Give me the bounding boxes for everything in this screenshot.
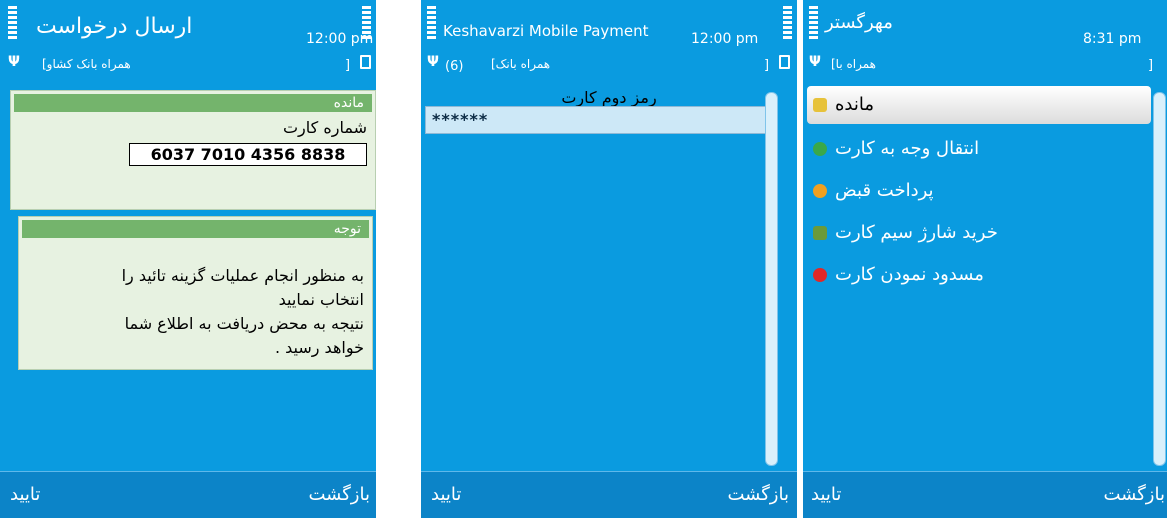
softkey-bar: تایید بازگشت bbox=[421, 471, 797, 518]
clock: 12:00 pm bbox=[691, 31, 759, 47]
balance-header: مانده bbox=[14, 94, 372, 112]
battery-level-icon bbox=[783, 6, 792, 41]
note-line-2: انتخاب نمایید bbox=[278, 290, 364, 309]
signal-strength-icon bbox=[8, 6, 17, 41]
antenna-icon: Ψ bbox=[809, 54, 821, 70]
softkey-bar: تایید بازگشت bbox=[0, 471, 376, 518]
menu-label: مسدود نمودن کارت bbox=[835, 264, 984, 285]
sim-charge-icon bbox=[813, 226, 827, 240]
app-subtitle: همراه بانک کشاو] bbox=[42, 57, 131, 71]
app-subtitle: همراه بانک] bbox=[491, 57, 551, 71]
battery-icon bbox=[360, 55, 371, 69]
menu-label: پرداخت قبض bbox=[835, 180, 934, 201]
block-card-icon bbox=[813, 268, 827, 282]
screen-send-request: ارسال درخواست 12:00 pm Ψ همراه بانک کشاو… bbox=[0, 0, 376, 518]
password-label: رمز دوم کارت bbox=[561, 88, 657, 107]
card-number-label: شماره کارت bbox=[282, 118, 367, 137]
antenna-icon: Ψ bbox=[427, 54, 439, 70]
note-line-4: خواهد رسید . bbox=[274, 338, 364, 357]
transfer-icon bbox=[813, 142, 827, 156]
bill-icon bbox=[813, 184, 827, 198]
menu-item-balance[interactable]: مانده bbox=[807, 86, 1151, 124]
screen-title: Keshavarzi Mobile Payment bbox=[443, 22, 649, 40]
menu-item-block-card[interactable]: مسدود نمودن کارت bbox=[807, 256, 1151, 294]
battery-level-icon bbox=[362, 6, 371, 41]
note-line-3: نتیجه به محض دریافت به اطلاع شما bbox=[124, 314, 364, 333]
card-number-value: 6037 7010 4356 8838 bbox=[129, 143, 367, 166]
bracket: ] bbox=[345, 58, 351, 73]
screen-title: مهرگستر bbox=[825, 12, 893, 33]
menu-label: خرید شارژ سیم کارت bbox=[835, 222, 998, 243]
scrollbar[interactable] bbox=[765, 92, 778, 466]
clock: 8:31 pm bbox=[1083, 31, 1142, 47]
note-header: توجه bbox=[22, 220, 369, 238]
balance-icon bbox=[813, 98, 827, 112]
softkey-bar: تایید بازگشت bbox=[803, 471, 1167, 518]
bracket: ] bbox=[1148, 58, 1154, 73]
confirm-softkey[interactable]: تایید bbox=[431, 484, 461, 505]
back-softkey[interactable]: بازگشت bbox=[1104, 484, 1166, 505]
screen-title: ارسال درخواست bbox=[36, 14, 193, 39]
menu-label: مانده bbox=[835, 94, 875, 115]
app-subtitle: همراه با] bbox=[831, 57, 876, 71]
signal-strength-icon bbox=[809, 6, 818, 41]
menu-label: انتقال وجه به کارت bbox=[835, 138, 980, 159]
menu-item-transfer[interactable]: انتقال وجه به کارت bbox=[807, 130, 1151, 168]
signal-strength-icon bbox=[427, 6, 436, 41]
screen-main-menu: مهرگستر 8:31 pm Ψ همراه با] ] مانده انتق… bbox=[803, 0, 1167, 518]
note-line-1: به منظور انجام عملیات گزینه تائید را bbox=[121, 266, 364, 285]
back-softkey[interactable]: بازگشت bbox=[728, 484, 790, 505]
confirm-softkey[interactable]: تایید bbox=[10, 484, 40, 505]
menu-item-bill-payment[interactable]: پرداخت قبض bbox=[807, 172, 1151, 210]
bracket: ] bbox=[764, 58, 770, 73]
message-count: (6) bbox=[445, 59, 464, 74]
antenna-icon: Ψ bbox=[8, 54, 20, 70]
balance-box: مانده شماره کارت 6037 7010 4356 8838 bbox=[10, 90, 376, 210]
menu-item-sim-charge[interactable]: خرید شارژ سیم کارت bbox=[807, 214, 1151, 252]
password-field[interactable]: ****** bbox=[425, 106, 767, 134]
confirm-softkey[interactable]: تایید bbox=[811, 484, 841, 505]
back-softkey[interactable]: بازگشت bbox=[309, 484, 371, 505]
note-box: توجه به منظور انجام عملیات گزینه تائید ر… bbox=[18, 216, 373, 370]
scrollbar[interactable] bbox=[1153, 92, 1166, 466]
screen-password: Keshavarzi Mobile Payment 12:00 pm Ψ (6)… bbox=[421, 0, 797, 518]
battery-icon bbox=[779, 55, 790, 69]
